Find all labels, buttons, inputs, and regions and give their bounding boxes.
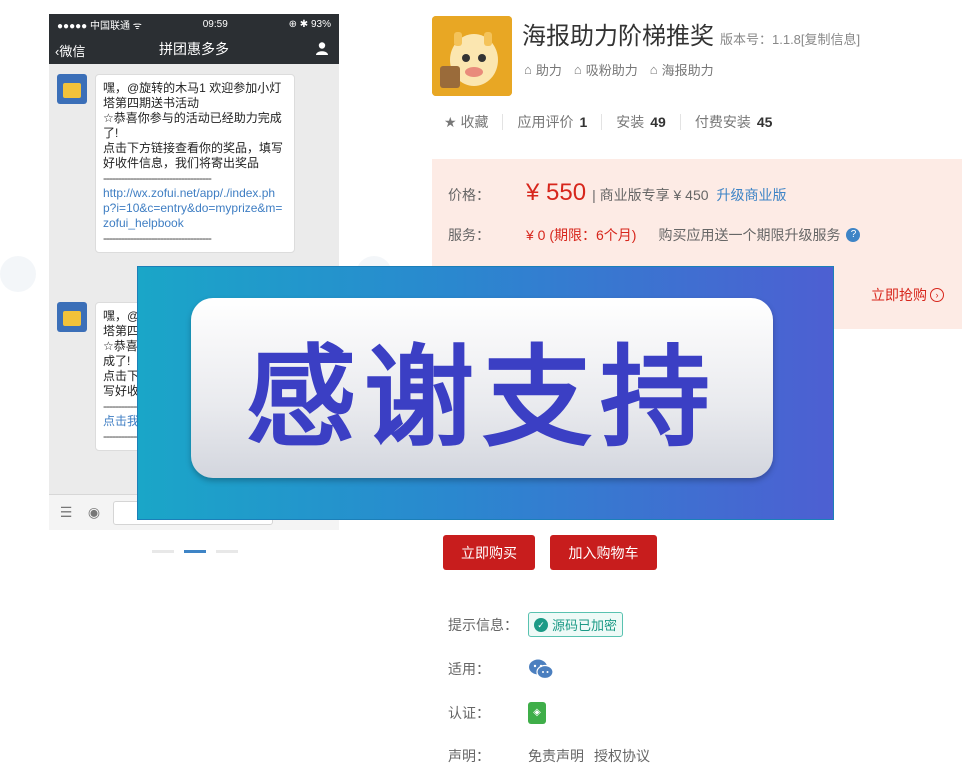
phone-nav-bar: ‹微信 拼团惠多多 bbox=[49, 34, 339, 64]
divider bbox=[502, 114, 504, 130]
rating-value: 1 bbox=[579, 114, 588, 130]
shield-icon: ◈ bbox=[528, 702, 546, 724]
divider-line: ------------------------------------ bbox=[103, 171, 212, 185]
license-link[interactable]: 授权协议 bbox=[594, 746, 650, 766]
banner-plate: 感谢支持 bbox=[191, 298, 773, 478]
app-title-row: 海报助力阶梯推奖 版本号：1.1.8[复制信息] bbox=[522, 16, 860, 51]
service-note: 购买应用送一个期限升级服务 bbox=[658, 227, 841, 243]
upgrade-link[interactable]: 升级商业版 bbox=[717, 185, 787, 205]
stats-bar: ★ 收藏 应用评价 1 安装 49 付费安装 45 bbox=[444, 112, 772, 132]
encrypted-badge: ✓ 源码已加密 bbox=[528, 612, 624, 637]
tag-item[interactable]: ⌂ 助力 bbox=[524, 60, 562, 79]
tag-icon: ⌂ bbox=[524, 62, 532, 77]
price-label: 价格： bbox=[448, 187, 490, 203]
tag-label: 海报助力 bbox=[661, 63, 714, 78]
rating-stat[interactable]: 应用评价 1 bbox=[517, 112, 587, 132]
disclaimer-link[interactable]: 免责声明 bbox=[528, 746, 584, 766]
tag-icon: ⌂ bbox=[649, 62, 658, 77]
service-price: ¥ 0 (期限：6个月) bbox=[526, 227, 637, 243]
check-icon: ✓ bbox=[534, 617, 548, 632]
carrier-label: ●●●●● 中国联通 ᯤ bbox=[57, 20, 142, 32]
rush-buy-link[interactable]: 立即抢购 › bbox=[871, 285, 944, 305]
carousel-dot-active[interactable] bbox=[184, 550, 206, 553]
message-line: 点击下方链接查看你的奖品，填写好收件信息，我们将寄出奖品 bbox=[103, 141, 284, 170]
certification-row: 认证： ◈ bbox=[448, 702, 546, 724]
service-label: 服务： bbox=[448, 227, 490, 243]
phone-status-bar: ●●●●● 中国联通 ᯤ 09:59 ⊕ ✱ 93% bbox=[49, 14, 339, 34]
help-icon[interactable]: ? bbox=[846, 228, 861, 242]
person-icon[interactable] bbox=[315, 41, 329, 55]
favorite-label: 收藏 bbox=[460, 114, 489, 130]
encrypted-label: 源码已加密 bbox=[552, 618, 618, 633]
voice-icon[interactable]: ◉ bbox=[85, 504, 103, 522]
app-title: 海报助力阶梯推奖 bbox=[522, 23, 714, 50]
carousel-dot[interactable] bbox=[152, 550, 174, 553]
chat-message: 嘿，@旋转的木马1 欢迎参加小灯塔第四期送书活动 ☆恭喜你参与的活动已经助力完成… bbox=[57, 74, 295, 253]
message-bubble: 嘿，@旋转的木马1 欢迎参加小灯塔第四期送书活动 ☆恭喜你参与的活动已经助力完成… bbox=[95, 74, 295, 253]
paid-install-label: 付费安装 bbox=[694, 114, 751, 130]
time-label: 09:59 bbox=[202, 18, 228, 30]
banner-text: 感谢支持 bbox=[246, 334, 718, 462]
message-line: 嘿，@旋转的木马1 欢迎参加小灯塔第四期送书活动 bbox=[103, 81, 282, 110]
app-icon bbox=[432, 16, 512, 96]
declaration-label: 声明： bbox=[448, 748, 490, 764]
install-value: 49 bbox=[650, 114, 666, 130]
tag-item[interactable]: ⌂ 吸粉助力 bbox=[574, 60, 638, 79]
add-to-cart-button[interactable]: 加入购物车 bbox=[550, 535, 657, 570]
price-value: ¥ 550 bbox=[526, 179, 587, 206]
tag-icon: ⌂ bbox=[573, 62, 582, 77]
prize-link[interactable]: http://wx.zofui.net/app/./index.php?i=10… bbox=[103, 186, 287, 231]
apply-label: 适用： bbox=[448, 661, 490, 677]
divider-line: ------------------------------------ bbox=[103, 231, 212, 245]
business-price: | 商业版专享 ¥ 450 bbox=[592, 187, 709, 203]
declaration-row: 声明： 免责声明 授权协议 bbox=[448, 746, 660, 766]
back-label: 微信 bbox=[59, 44, 86, 59]
message-line: ☆恭喜你参与的活动已经助力完成了! bbox=[103, 111, 282, 140]
chat-title: 拼团惠多多 bbox=[159, 41, 229, 57]
buy-now-button[interactable]: 立即购买 bbox=[443, 535, 535, 570]
paid-install-stat: 付费安装 45 bbox=[695, 112, 773, 132]
star-icon: ★ bbox=[444, 114, 461, 130]
tag-label: 助力 bbox=[535, 63, 562, 78]
hint-row: 提示信息： ✓ 源码已加密 bbox=[448, 612, 624, 637]
apply-row: 适用： bbox=[448, 658, 554, 680]
price-row: 价格： ¥ 550 | 商业版专享 ¥ 450 升级商业版 bbox=[448, 179, 787, 207]
install-stat: 安装 49 bbox=[616, 112, 666, 132]
back-button[interactable]: ‹微信 bbox=[55, 41, 85, 60]
menu-icon[interactable]: ☰ bbox=[57, 504, 75, 522]
battery-label: ⊕ ✱ 93% bbox=[288, 18, 331, 30]
giraffe-logo-icon bbox=[432, 16, 512, 96]
hint-label: 提示信息： bbox=[448, 616, 518, 633]
chevron-right-icon: › bbox=[930, 288, 944, 302]
certification-label: 认证： bbox=[448, 705, 490, 721]
rating-label: 应用评价 bbox=[517, 114, 574, 130]
tag-item[interactable]: ⌂ 海报助力 bbox=[650, 60, 714, 79]
paid-install-value: 45 bbox=[756, 114, 773, 130]
divider bbox=[601, 114, 603, 130]
tag-list: ⌂ 助力 ⌂ 吸粉助力 ⌂ 海报助力 bbox=[524, 60, 714, 79]
thanks-banner: 感谢支持 bbox=[137, 266, 834, 520]
avatar bbox=[57, 74, 87, 104]
tag-label: 吸粉助力 bbox=[585, 63, 638, 78]
install-label: 安装 bbox=[616, 114, 645, 130]
favorite-button[interactable]: ★ 收藏 bbox=[444, 112, 488, 132]
carousel-prev-button[interactable] bbox=[0, 256, 36, 292]
version-label[interactable]: 版本号：1.1.8[复制信息] bbox=[720, 29, 860, 48]
rush-buy-label: 立即抢购 bbox=[871, 287, 927, 303]
divider bbox=[679, 114, 681, 130]
wechat-icon bbox=[529, 659, 554, 680]
carousel-dot[interactable] bbox=[216, 550, 238, 553]
carousel-dots bbox=[152, 550, 238, 553]
service-row: 服务： ¥ 0 (期限：6个月) 购买应用送一个期限升级服务 ? bbox=[448, 225, 861, 245]
avatar bbox=[57, 302, 87, 332]
